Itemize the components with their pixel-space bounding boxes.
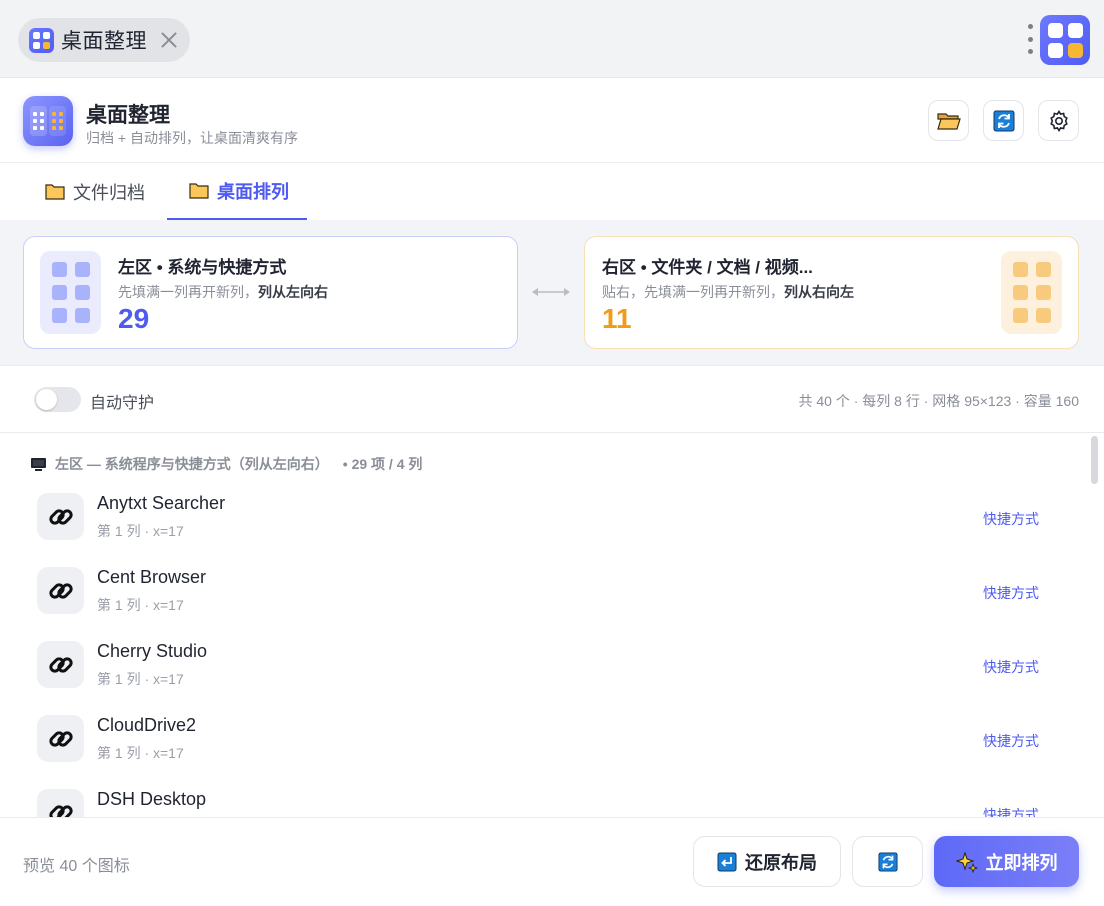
item-meta: 第 1 列 · x=17 bbox=[97, 671, 184, 687]
tab-file-archive[interactable]: 文件归档 bbox=[45, 163, 145, 220]
monitor-icon bbox=[31, 457, 46, 471]
group-header: 左区 — 系统程序与快捷方式（列从左向右） • 29 项 / 4 列 bbox=[30, 454, 422, 474]
auto-guard-toggle[interactable] bbox=[34, 387, 81, 412]
right-zone-desc: 贴右，先填满一列再开新列，列从右向左 bbox=[602, 284, 854, 300]
return-icon bbox=[717, 852, 737, 871]
link-icon bbox=[37, 493, 84, 540]
sparkle-icon bbox=[955, 850, 978, 873]
arrange-now-button[interactable]: 立即排列 bbox=[934, 836, 1079, 887]
left-zone-title: 左区 • 系统与快捷方式 bbox=[118, 258, 287, 277]
swap-arrows-icon bbox=[532, 288, 570, 296]
grid-icon bbox=[1001, 251, 1062, 334]
app-grid-icon bbox=[29, 27, 54, 53]
folder-icon bbox=[189, 183, 209, 199]
icon-list[interactable]: 左区 — 系统程序与快捷方式（列从左向右） • 29 项 / 4 列 Anytx… bbox=[0, 434, 1104, 817]
item-type: 快捷方式 bbox=[983, 511, 1039, 527]
page-title: 桌面整理 bbox=[86, 104, 170, 127]
item-type: 快捷方式 bbox=[983, 659, 1039, 675]
list-item[interactable]: Cent Browser 第 1 列 · x=17 快捷方式 bbox=[37, 567, 1060, 641]
item-name: Anytxt Searcher bbox=[97, 493, 226, 513]
gear-icon bbox=[1049, 109, 1068, 132]
item-name: Cherry Studio bbox=[97, 641, 208, 661]
list-item[interactable]: DSH Desktop 快捷方式 bbox=[37, 789, 1060, 817]
link-icon bbox=[37, 789, 84, 817]
folder-open-icon bbox=[936, 112, 961, 130]
preview-count: 预览 40 个图标 bbox=[23, 858, 130, 875]
page-subtitle: 归档 + 自动排列，让桌面清爽有序 bbox=[86, 130, 298, 146]
list-item[interactable]: Anytxt Searcher 第 1 列 · x=17 快捷方式 bbox=[37, 493, 1060, 567]
item-type: 快捷方式 bbox=[983, 807, 1039, 817]
refresh-icon bbox=[877, 851, 898, 872]
right-zone-count: 11 bbox=[602, 303, 632, 334]
open-folder-button[interactable] bbox=[928, 100, 969, 141]
tab-label: 文件归档 bbox=[73, 182, 145, 203]
item-meta: 第 1 列 · x=17 bbox=[97, 523, 184, 539]
right-zone-card: 右区 • 文件夹 / 文档 / 视频... 贴右，先填满一列再开新列，列从右向左… bbox=[584, 236, 1079, 349]
window-tab[interactable]: 桌面整理 bbox=[18, 18, 190, 62]
tab-desktop-arrange[interactable]: 桌面排列 bbox=[167, 163, 307, 220]
left-zone-desc: 先填满一列再开新列，列从左向右 bbox=[118, 284, 328, 300]
link-icon bbox=[37, 567, 84, 614]
folder-icon bbox=[45, 184, 65, 200]
item-type: 快捷方式 bbox=[983, 733, 1039, 749]
grid-icon bbox=[40, 251, 101, 334]
close-icon[interactable] bbox=[159, 30, 179, 50]
restore-layout-label: 还原布局 bbox=[745, 852, 817, 873]
item-name: DSH Desktop bbox=[97, 789, 207, 809]
refresh-icon bbox=[993, 110, 1014, 131]
list-item[interactable]: Cherry Studio 第 1 列 · x=17 快捷方式 bbox=[37, 641, 1060, 715]
group-title: 左区 — 系统程序与快捷方式（列从左向右） bbox=[55, 456, 329, 472]
settings-button[interactable] bbox=[1038, 100, 1079, 141]
link-icon bbox=[37, 715, 84, 762]
item-name: Cent Browser bbox=[97, 567, 207, 587]
more-menu-icon[interactable] bbox=[1025, 24, 1035, 54]
left-zone-card: 左区 • 系统与快捷方式 先填满一列再开新列，列从左向右 29 bbox=[23, 236, 518, 349]
arrange-now-label: 立即排列 bbox=[985, 852, 1058, 873]
refresh-button[interactable] bbox=[983, 100, 1024, 141]
left-zone-count: 29 bbox=[118, 303, 150, 334]
zones-panel: 左区 • 系统与快捷方式 先填满一列再开新列，列从左向右 29 右区 • 文件夹… bbox=[0, 220, 1104, 366]
restore-layout-button[interactable]: 还原布局 bbox=[693, 836, 841, 887]
mode-tabs: 文件归档 桌面排列 bbox=[0, 163, 1104, 220]
item-type: 快捷方式 bbox=[983, 585, 1039, 601]
list-item[interactable]: CloudDrive2 第 1 列 · x=17 快捷方式 bbox=[37, 715, 1060, 789]
window-titlebar: 桌面整理 bbox=[0, 0, 1104, 78]
app-logo bbox=[23, 96, 73, 146]
item-meta: 第 1 列 · x=17 bbox=[97, 597, 184, 613]
auto-guard-label: 自动守护 bbox=[90, 395, 155, 412]
app-header: 桌面整理 归档 + 自动排列，让桌面清爽有序 bbox=[0, 78, 1104, 163]
window-tab-title: 桌面整理 bbox=[61, 30, 147, 53]
link-icon bbox=[37, 641, 84, 688]
refresh-preview-button[interactable] bbox=[852, 836, 923, 887]
footer-bar: 预览 40 个图标 还原布局 立即排列 bbox=[0, 817, 1104, 906]
group-meta: • 29 项 / 4 列 bbox=[342, 456, 423, 472]
item-name: CloudDrive2 bbox=[97, 715, 197, 735]
tab-label: 桌面排列 bbox=[217, 181, 289, 202]
item-meta: 第 1 列 · x=17 bbox=[97, 745, 184, 761]
list-scrollbar[interactable] bbox=[1091, 436, 1098, 484]
options-bar: 自动守护 共 40 个 · 每列 8 行 · 网格 95×123 · 容量 16… bbox=[0, 366, 1104, 433]
grid-stats: 共 40 个 · 每列 8 行 · 网格 95×123 · 容量 160 bbox=[798, 393, 1080, 409]
right-zone-title: 右区 • 文件夹 / 文档 / 视频... bbox=[602, 258, 813, 277]
app-launcher-icon[interactable] bbox=[1040, 15, 1090, 65]
